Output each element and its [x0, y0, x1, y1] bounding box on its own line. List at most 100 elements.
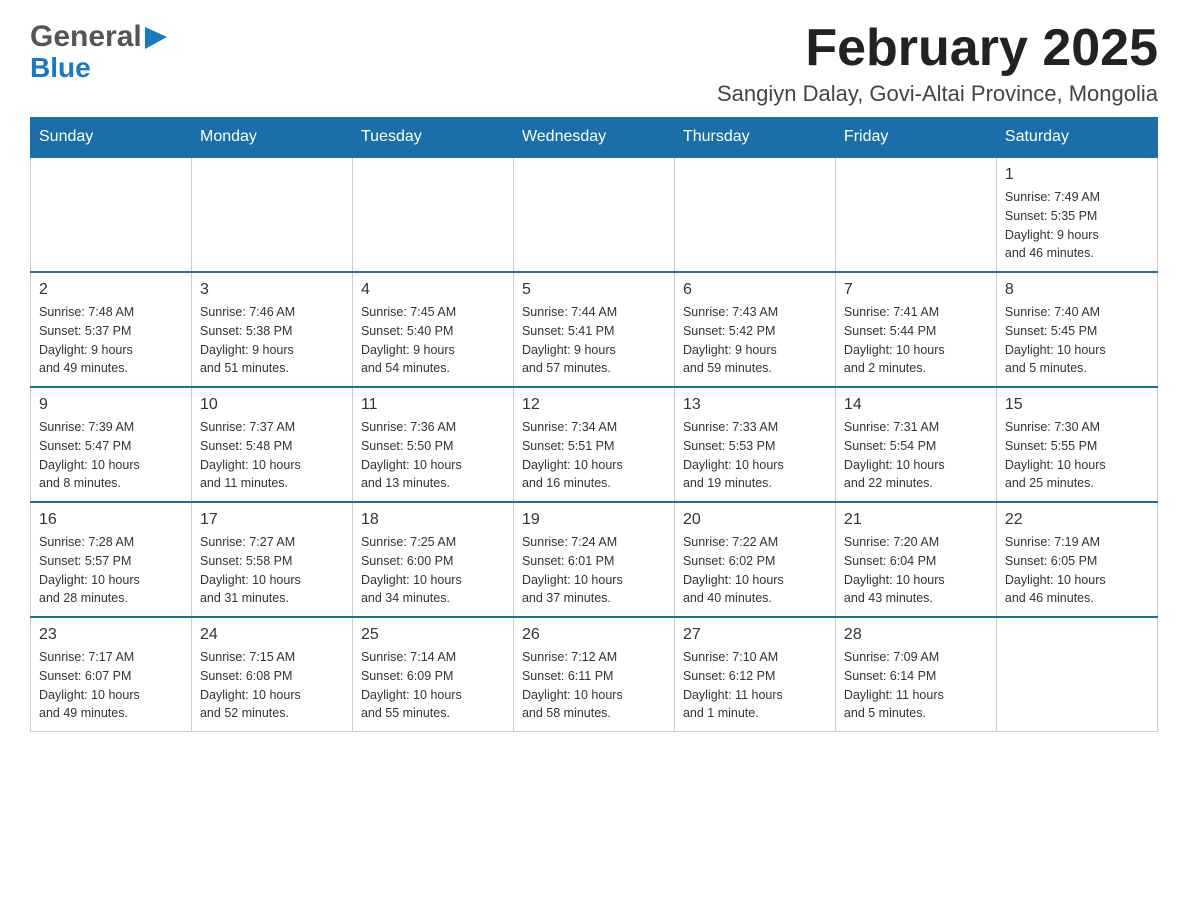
day-number: 3 [200, 281, 344, 299]
day-number: 6 [683, 281, 827, 299]
day-number: 15 [1005, 396, 1149, 414]
calendar-cell: 17 Sunrise: 7:27 AM Sunset: 5:58 PM Dayli… [191, 502, 352, 617]
day-number: 27 [683, 626, 827, 644]
day-info: Sunrise: 7:12 AM Sunset: 6:11 PM Dayligh… [522, 648, 666, 723]
day-info: Sunrise: 7:39 AM Sunset: 5:47 PM Dayligh… [39, 418, 183, 493]
day-number: 18 [361, 511, 505, 529]
calendar-cell [513, 157, 674, 272]
day-number: 2 [39, 281, 183, 299]
day-info: Sunrise: 7:37 AM Sunset: 5:48 PM Dayligh… [200, 418, 344, 493]
calendar-cell: 13Sunrise: 7:33 AM Sunset: 5:53 PM Dayli… [674, 387, 835, 502]
day-info: Sunrise: 7:46 AM Sunset: 5:38 PM Dayligh… [200, 303, 344, 378]
day-number: 16 [39, 511, 183, 529]
day-number: 4 [361, 281, 505, 299]
day-info: Sunrise: 7:14 AM Sunset: 6:09 PM Dayligh… [361, 648, 505, 723]
calendar-cell: 1 Sunrise: 7:49 AM Sunset: 5:35 PM Daylig… [996, 157, 1157, 272]
day-info: Sunrise: 7:45 AM Sunset: 5:40 PM Dayligh… [361, 303, 505, 378]
day-info: Sunrise: 7:10 AM Sunset: 6:12 PM Dayligh… [683, 648, 827, 723]
day-number: 11 [361, 396, 505, 414]
calendar-cell: 21 Sunrise: 7:20 AM Sunset: 6:04 PM Dayli… [835, 502, 996, 617]
calendar-cell: 12 Sunrise: 7:34 AM Sunset: 5:51 PM Dayli… [513, 387, 674, 502]
calendar-cell [31, 157, 192, 272]
weekday-header-row: SundayMondayTuesdayWednesdayThursdayFrid… [31, 118, 1158, 158]
day-number: 21 [844, 511, 988, 529]
calendar-cell: 9 Sunrise: 7:39 AM Sunset: 5:47 PM Daylig… [31, 387, 192, 502]
calendar-cell: 10 Sunrise: 7:37 AM Sunset: 5:48 PM Dayli… [191, 387, 352, 502]
logo-blue-text: Blue [30, 52, 91, 83]
calendar-cell: 20 Sunrise: 7:22 AM Sunset: 6:02 PM Dayli… [674, 502, 835, 617]
day-info: Sunrise: 7:22 AM Sunset: 6:02 PM Dayligh… [683, 533, 827, 608]
calendar-cell [996, 617, 1157, 732]
day-info: Sunrise: 7:34 AM Sunset: 5:51 PM Dayligh… [522, 418, 666, 493]
day-info: Sunrise: 7:40 AM Sunset: 5:45 PM Dayligh… [1005, 303, 1149, 378]
weekday-header-tuesday: Tuesday [352, 118, 513, 158]
day-info: Sunrise: 7:09 AM Sunset: 6:14 PM Dayligh… [844, 648, 988, 723]
calendar-week-1: 1 Sunrise: 7:49 AM Sunset: 5:35 PM Daylig… [31, 157, 1158, 272]
calendar-cell: 16 Sunrise: 7:28 AM Sunset: 5:57 PM Dayli… [31, 502, 192, 617]
title-section: February 2025 Sangiyn Dalay, Govi-Altai … [717, 20, 1158, 107]
day-info: Sunrise: 7:15 AM Sunset: 6:08 PM Dayligh… [200, 648, 344, 723]
day-number: 8 [1005, 281, 1149, 299]
calendar-cell: 15 Sunrise: 7:30 AM Sunset: 5:55 PM Dayli… [996, 387, 1157, 502]
day-info: Sunrise: 7:24 AM Sunset: 6:01 PM Dayligh… [522, 533, 666, 608]
calendar-cell: 2Sunrise: 7:48 AM Sunset: 5:37 PM Daylig… [31, 272, 192, 387]
day-number: 17 [200, 511, 344, 529]
day-number: 24 [200, 626, 344, 644]
calendar-cell: 6 Sunrise: 7:43 AM Sunset: 5:42 PM Daylig… [674, 272, 835, 387]
day-number: 12 [522, 396, 666, 414]
weekday-header-thursday: Thursday [674, 118, 835, 158]
day-info: Sunrise: 7:41 AM Sunset: 5:44 PM Dayligh… [844, 303, 988, 378]
day-info: Sunrise: 7:44 AM Sunset: 5:41 PM Dayligh… [522, 303, 666, 378]
day-info: Sunrise: 7:31 AM Sunset: 5:54 PM Dayligh… [844, 418, 988, 493]
day-number: 26 [522, 626, 666, 644]
day-number: 9 [39, 396, 183, 414]
calendar-cell: 22 Sunrise: 7:19 AM Sunset: 6:05 PM Dayli… [996, 502, 1157, 617]
calendar-cell [835, 157, 996, 272]
day-info: Sunrise: 7:28 AM Sunset: 5:57 PM Dayligh… [39, 533, 183, 608]
logo: General Blue [30, 20, 167, 82]
day-info: Sunrise: 7:17 AM Sunset: 6:07 PM Dayligh… [39, 648, 183, 723]
day-number: 1 [1005, 166, 1149, 184]
weekday-header-monday: Monday [191, 118, 352, 158]
day-number: 7 [844, 281, 988, 299]
calendar-cell: 3 Sunrise: 7:46 AM Sunset: 5:38 PM Daylig… [191, 272, 352, 387]
calendar-table: SundayMondayTuesdayWednesdayThursdayFrid… [30, 117, 1158, 732]
calendar-cell: 14Sunrise: 7:31 AM Sunset: 5:54 PM Dayli… [835, 387, 996, 502]
day-number: 20 [683, 511, 827, 529]
page-header: General Blue February 2025 Sangiyn Dalay… [30, 20, 1158, 107]
calendar-week-3: 9 Sunrise: 7:39 AM Sunset: 5:47 PM Daylig… [31, 387, 1158, 502]
day-number: 28 [844, 626, 988, 644]
calendar-cell: 24 Sunrise: 7:15 AM Sunset: 6:08 PM Dayli… [191, 617, 352, 732]
calendar-cell [674, 157, 835, 272]
logo-general-text: General [30, 20, 142, 54]
day-number: 10 [200, 396, 344, 414]
calendar-cell: 23 Sunrise: 7:17 AM Sunset: 6:07 PM Dayli… [31, 617, 192, 732]
calendar-cell [191, 157, 352, 272]
day-info: Sunrise: 7:49 AM Sunset: 5:35 PM Dayligh… [1005, 188, 1149, 263]
day-info: Sunrise: 7:30 AM Sunset: 5:55 PM Dayligh… [1005, 418, 1149, 493]
calendar-cell: 25 Sunrise: 7:14 AM Sunset: 6:09 PM Dayli… [352, 617, 513, 732]
day-number: 23 [39, 626, 183, 644]
calendar-cell: 4 Sunrise: 7:45 AM Sunset: 5:40 PM Daylig… [352, 272, 513, 387]
day-info: Sunrise: 7:33 AM Sunset: 5:53 PM Dayligh… [683, 418, 827, 493]
logo-triangle-icon [145, 27, 167, 49]
day-info: Sunrise: 7:27 AM Sunset: 5:58 PM Dayligh… [200, 533, 344, 608]
day-info: Sunrise: 7:20 AM Sunset: 6:04 PM Dayligh… [844, 533, 988, 608]
calendar-cell [352, 157, 513, 272]
weekday-header-sunday: Sunday [31, 118, 192, 158]
weekday-header-friday: Friday [835, 118, 996, 158]
calendar-week-2: 2Sunrise: 7:48 AM Sunset: 5:37 PM Daylig… [31, 272, 1158, 387]
day-info: Sunrise: 7:36 AM Sunset: 5:50 PM Dayligh… [361, 418, 505, 493]
day-number: 5 [522, 281, 666, 299]
calendar-week-5: 23 Sunrise: 7:17 AM Sunset: 6:07 PM Dayli… [31, 617, 1158, 732]
day-number: 22 [1005, 511, 1149, 529]
month-title: February 2025 [717, 20, 1158, 77]
calendar-cell: 28 Sunrise: 7:09 AM Sunset: 6:14 PM Dayli… [835, 617, 996, 732]
day-number: 19 [522, 511, 666, 529]
calendar-cell: 5 Sunrise: 7:44 AM Sunset: 5:41 PM Daylig… [513, 272, 674, 387]
calendar-cell: 8 Sunrise: 7:40 AM Sunset: 5:45 PM Daylig… [996, 272, 1157, 387]
day-info: Sunrise: 7:19 AM Sunset: 6:05 PM Dayligh… [1005, 533, 1149, 608]
calendar-cell: 11 Sunrise: 7:36 AM Sunset: 5:50 PM Dayli… [352, 387, 513, 502]
day-info: Sunrise: 7:43 AM Sunset: 5:42 PM Dayligh… [683, 303, 827, 378]
day-number: 25 [361, 626, 505, 644]
